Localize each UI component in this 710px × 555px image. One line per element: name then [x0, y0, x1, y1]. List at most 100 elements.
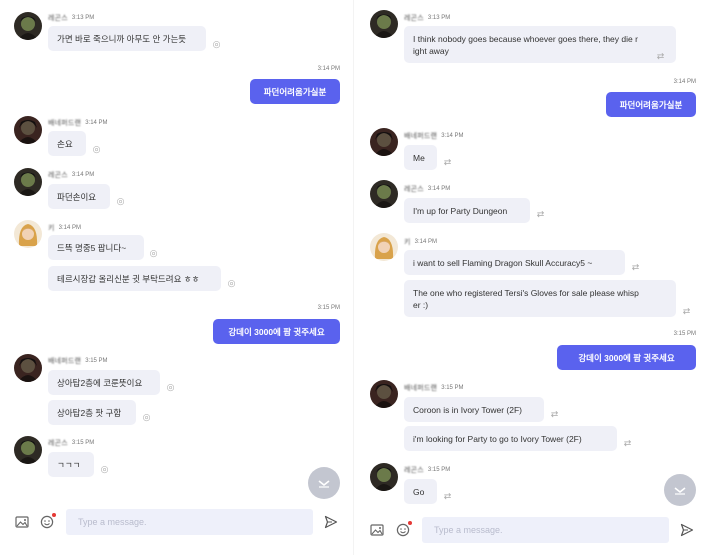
globe-icon[interactable]: ◎	[227, 279, 236, 288]
message-text: ight away	[413, 46, 449, 56]
avatar-dark[interactable]	[370, 380, 398, 408]
outgoing-bubble[interactable]: 강데이 3000에 팜 귓주세요	[557, 345, 696, 370]
sender-name: 레곤스	[48, 172, 68, 179]
message-bubble[interactable]: I'm up for Party Dungeon	[404, 198, 530, 223]
message-time: 3:15 PM	[673, 331, 696, 337]
message-time: 3:15 PM	[441, 385, 464, 391]
message-bubble[interactable]: I think nobody goes because whoever goes…	[404, 26, 676, 63]
globe-icon[interactable]: ◎	[142, 413, 151, 422]
message-text: ㄱㄱㄱ	[57, 459, 81, 470]
message-input[interactable]	[66, 509, 313, 535]
message-time: 3:14 PM	[427, 186, 451, 192]
message-text: 상아탑2층 팟 구함	[57, 407, 122, 418]
avatar-dark[interactable]	[14, 168, 42, 196]
sender-name: 배네퍼드랜	[404, 385, 438, 392]
notification-dot	[408, 521, 412, 525]
sender-name: 배네퍼드랜	[48, 120, 82, 127]
message-text: Coroon is in Ivory Tower (2F)	[413, 404, 522, 415]
avatar-dark[interactable]	[370, 128, 398, 156]
message-bubble[interactable]: Go	[404, 479, 437, 504]
avatar-blonde[interactable]	[370, 233, 398, 261]
translate-icon[interactable]: ⇄	[631, 263, 640, 272]
message-time: 3:15 PM	[71, 440, 95, 446]
avatar-dark[interactable]	[14, 116, 42, 144]
sender-name: 키	[404, 239, 411, 246]
emoji-icon[interactable]	[40, 515, 54, 529]
message-input[interactable]	[422, 517, 669, 543]
message-time: 3:14 PM	[71, 172, 95, 178]
outgoing-bubble[interactable]: 강데이 3000에 팜 귓주세요	[213, 319, 340, 344]
message-text: 상아탑2층에 코룬뜻이요	[57, 377, 143, 388]
avatar-dark[interactable]	[370, 463, 398, 491]
message-text: The one who registered Tersi's Gloves fo…	[413, 288, 639, 298]
translate-icon[interactable]: ⇄	[443, 492, 452, 501]
avatar-dark[interactable]	[370, 180, 398, 208]
message-bubble[interactable]: The one who registered Tersi's Gloves fo…	[404, 280, 676, 317]
avatar-dark[interactable]	[14, 436, 42, 464]
send-icon[interactable]	[324, 515, 338, 529]
translate-icon[interactable]: ⇄	[550, 410, 559, 419]
message-time: 3:15 PM	[317, 305, 340, 311]
image-icon[interactable]	[15, 515, 29, 529]
message-text: 파던손이요	[57, 191, 97, 202]
message-bubble[interactable]: 드뜩 명중5 팝니다~	[48, 235, 144, 260]
outgoing-bubble[interactable]: 파던어려움가실분	[606, 92, 696, 117]
avatar-blonde[interactable]	[14, 220, 42, 248]
chat-panel-translated: 레곤스 3:13 PM I think nobody goes because w…	[356, 0, 710, 555]
message-bubble[interactable]: i'm looking for Party to go to Ivory Tow…	[404, 426, 617, 451]
globe-icon[interactable]: ◎	[116, 197, 125, 206]
translate-icon[interactable]: ⇄	[656, 52, 665, 61]
globe-icon[interactable]: ◎	[149, 249, 158, 258]
avatar-dark[interactable]	[14, 12, 42, 40]
message-text: er :)	[413, 300, 429, 310]
avatar-dark[interactable]	[370, 10, 398, 38]
message-bubble[interactable]: 손요	[48, 131, 86, 156]
message-bubble[interactable]: ㄱㄱㄱ	[48, 452, 94, 477]
message-text: 가면 바로 죽으니까 아무도 안 가는듯	[57, 33, 187, 44]
message-bubble[interactable]: 파던손이요	[48, 184, 110, 209]
message-text: i'm looking for Party to go to Ivory Tow…	[413, 433, 582, 444]
message-text: 손요	[57, 138, 73, 149]
message-bubble[interactable]: Me	[404, 145, 437, 170]
message-time: 3:14 PM	[414, 239, 437, 245]
message-time: 3:15 PM	[427, 467, 451, 473]
globe-icon[interactable]: ◎	[100, 465, 109, 474]
message-text: I'm up for Party Dungeon	[413, 205, 508, 216]
message-time: 3:14 PM	[317, 66, 340, 72]
emoji-icon[interactable]	[396, 523, 410, 537]
avatar-dark[interactable]	[14, 354, 42, 382]
send-icon[interactable]	[680, 523, 694, 537]
globe-icon[interactable]: ◎	[212, 40, 221, 49]
message-time: 3:14 PM	[673, 79, 696, 85]
translate-icon[interactable]: ⇄	[682, 307, 691, 316]
message-bubble[interactable]: i want to sell Flaming Dragon Skull Accu…	[404, 250, 625, 275]
globe-icon[interactable]: ◎	[92, 145, 101, 154]
sender-name: 레곤스	[404, 186, 424, 193]
message-text: 파던어려움가실분	[619, 99, 683, 110]
chevron-down-icon	[674, 487, 686, 495]
translate-icon[interactable]: ⇄	[623, 439, 632, 448]
message-text: i want to sell Flaming Dragon Skull Accu…	[413, 257, 593, 268]
message-bubble[interactable]: 상아탑2층 팟 구함	[48, 400, 136, 425]
scroll-down-button[interactable]	[308, 467, 340, 499]
translate-icon[interactable]: ⇄	[536, 210, 545, 219]
message-time: 3:14 PM	[441, 133, 464, 139]
outgoing-bubble[interactable]: 파던어려움가실분	[250, 79, 340, 104]
sender-name: 배네퍼드랜	[48, 358, 82, 365]
sender-name: 레곤스	[48, 15, 68, 22]
message-text: 강데이 3000에 팜 귓주세요	[228, 326, 325, 337]
globe-icon[interactable]: ◎	[166, 383, 175, 392]
image-icon[interactable]	[370, 523, 384, 537]
sender-name: 레곤스	[404, 15, 424, 22]
scroll-down-button[interactable]	[664, 474, 696, 506]
message-text: 테르시장갑 올리신분 귓 부탁드려요 ㅎㅎ	[57, 273, 200, 284]
translate-icon[interactable]: ⇄	[443, 158, 452, 167]
message-time: 3:14 PM	[85, 120, 108, 126]
message-bubble[interactable]: 상아탑2층에 코룬뜻이요	[48, 370, 160, 395]
message-bubble[interactable]: Coroon is in Ivory Tower (2F)	[404, 397, 544, 422]
chevron-down-icon	[318, 480, 330, 488]
message-bubble[interactable]: 가면 바로 죽으니까 아무도 안 가는듯	[48, 26, 206, 51]
message-bubble[interactable]: 테르시장갑 올리신분 귓 부탁드려요 ㅎㅎ	[48, 266, 221, 291]
message-time: 3:13 PM	[427, 15, 451, 21]
message-text: I think nobody goes because whoever goes…	[413, 34, 638, 44]
